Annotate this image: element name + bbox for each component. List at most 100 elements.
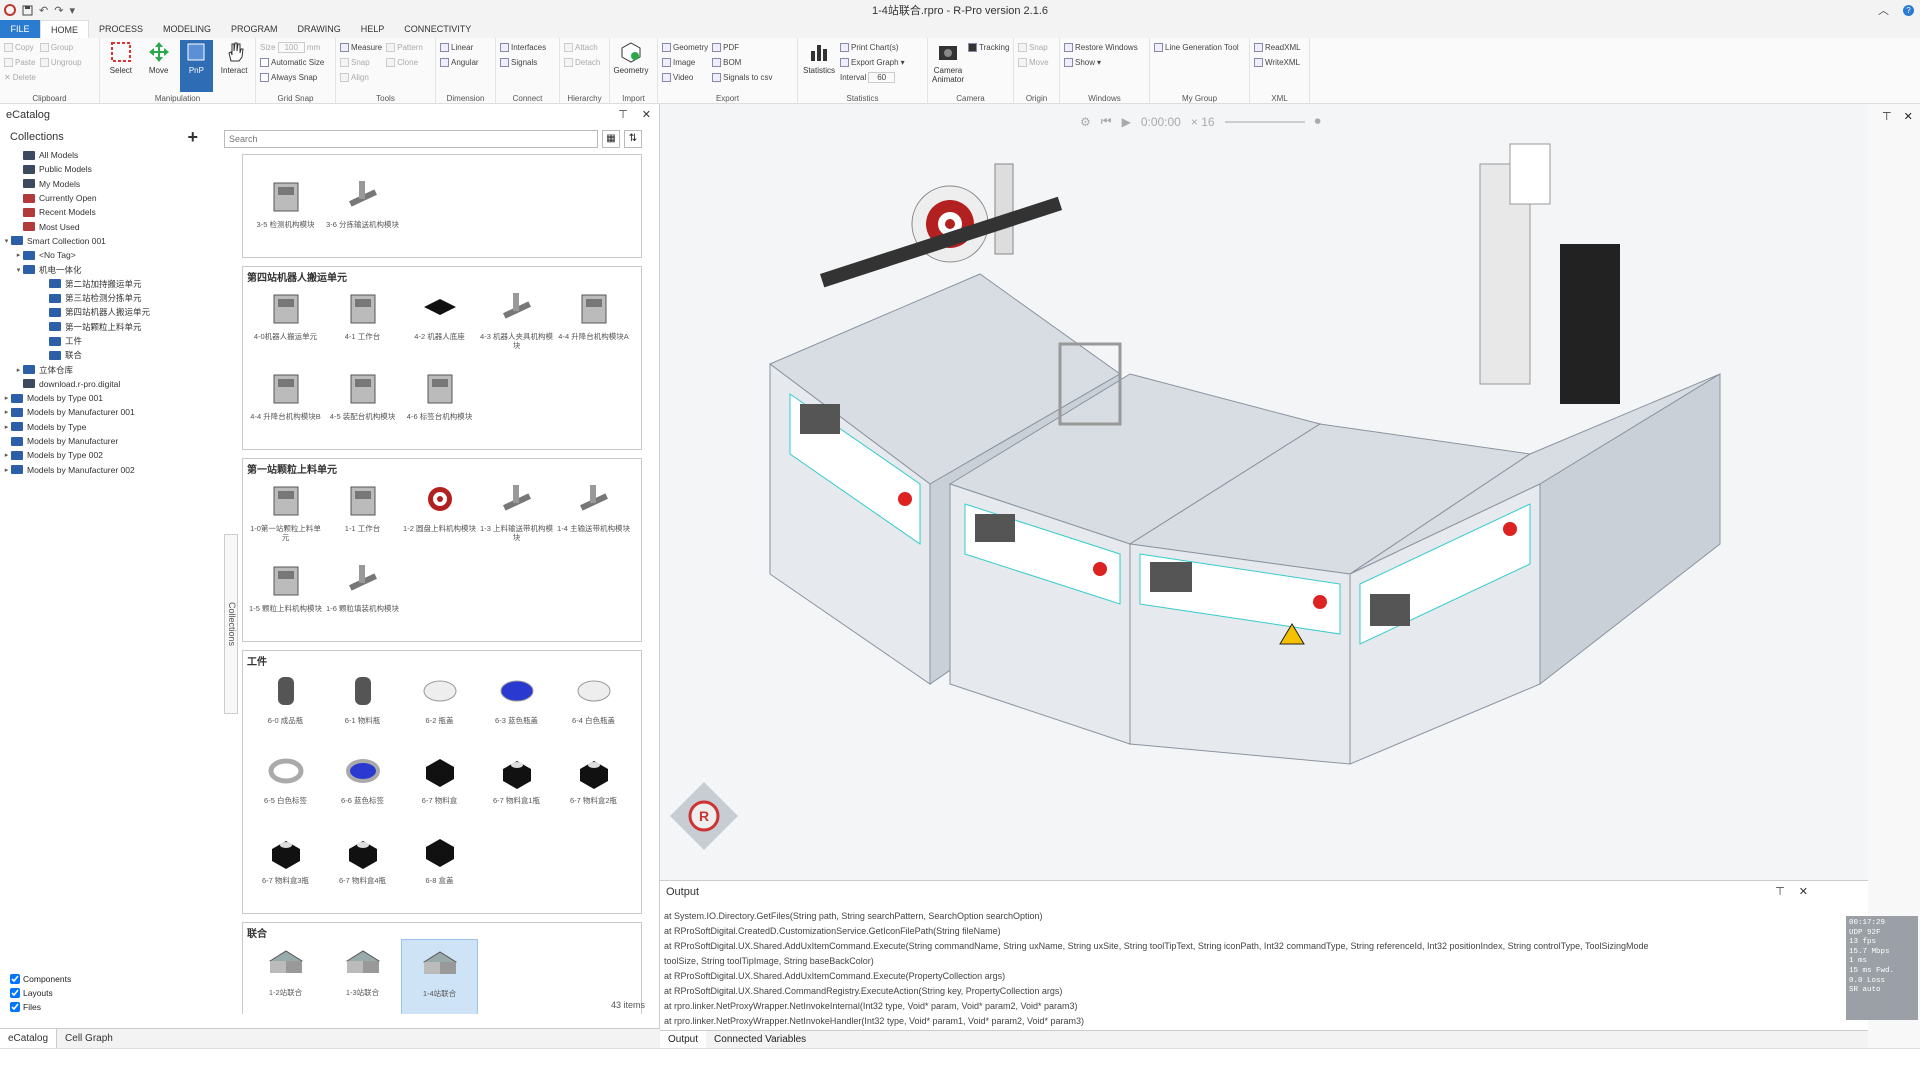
tree-item[interactable]: Models by Manufacturer <box>2 434 218 448</box>
sort-icon[interactable]: ⇅ <box>624 130 642 148</box>
select-button[interactable]: Select <box>104 40 138 92</box>
catalog-item[interactable]: 6-8 盒盖 <box>401 827 478 907</box>
ungroup-button[interactable]: Ungroup <box>39 55 82 69</box>
catalog-item[interactable]: 6-6 蓝色标签 <box>324 747 401 827</box>
delete-button[interactable]: ✕ Delete <box>4 70 36 84</box>
read-xml-button[interactable]: ReadXML <box>1254 40 1301 54</box>
catalog-item[interactable]: 6-2 瓶盖 <box>401 667 478 747</box>
save-icon[interactable] <box>22 5 33 16</box>
pnp-button[interactable]: PnP <box>179 40 214 92</box>
undo-icon[interactable]: ↶ <box>39 4 48 17</box>
pin-icon[interactable]: ⊤ <box>618 108 628 121</box>
navigation-compass[interactable]: R <box>668 780 740 852</box>
tab-process[interactable]: PROCESS <box>89 20 153 38</box>
tree-expand-icon[interactable]: ▸ <box>2 423 11 431</box>
origin-move-button[interactable]: Move <box>1018 55 1049 69</box>
catalog-item[interactable]: 3-6 分拣输送机构模块 <box>324 171 401 251</box>
viewport-pin-icon[interactable]: ⊤ <box>1882 110 1892 123</box>
output-pin-icon[interactable]: ⊤ <box>1775 885 1785 898</box>
catalog-item[interactable]: 4-6 标签台机构模块 <box>401 363 478 443</box>
catalog-item[interactable]: 1-3 上料输送带机构模块 <box>478 475 555 555</box>
write-xml-button[interactable]: WriteXML <box>1254 55 1301 69</box>
copy-button[interactable]: Copy <box>4 40 36 54</box>
export-pdf-button[interactable]: PDF <box>712 40 772 54</box>
tree-item[interactable]: ▸ Models by Type <box>2 420 218 434</box>
tab-modeling[interactable]: MODELING <box>153 20 221 38</box>
tree-item[interactable]: download.r-pro.digital <box>2 377 218 391</box>
app-logo-icon[interactable] <box>4 4 16 16</box>
snap-button[interactable]: Snap <box>340 55 382 69</box>
filter-files[interactable]: Files <box>10 1000 71 1014</box>
filter-components[interactable]: Components <box>10 972 71 986</box>
pattern-button[interactable]: Pattern <box>386 40 423 54</box>
move-button[interactable]: Move <box>142 40 176 92</box>
tree-item[interactable]: ▸ Models by Type 002 <box>2 448 218 462</box>
catalog-item[interactable]: 6-7 物料盒3瓶 <box>247 827 324 907</box>
catalog-item[interactable]: 6-0 成品瓶 <box>247 667 324 747</box>
export-graph-button[interactable]: Export Graph ▾ <box>840 55 905 69</box>
catalog-item[interactable]: 4-1 工作台 <box>324 283 401 363</box>
section-header[interactable]: 第一站颗粒上料单元 <box>247 461 637 476</box>
catalog-item[interactable]: 4-5 装配台机构模块 <box>324 363 401 443</box>
grid-view-icon[interactable]: ▦ <box>602 130 620 148</box>
tab-connectivity[interactable]: CONNECTIVITY <box>394 20 481 38</box>
catalog-item[interactable]: 6-7 物料盒4瓶 <box>324 827 401 907</box>
signals-to-csv-button[interactable]: Signals to csv <box>712 70 772 84</box>
tree-expand-icon[interactable]: ▸ <box>14 251 23 259</box>
filter-layouts-checkbox[interactable] <box>10 988 20 998</box>
tree-item[interactable]: Most Used <box>2 219 218 233</box>
tree-expand-icon[interactable]: ▸ <box>14 366 23 374</box>
origin-snap-button[interactable]: Snap <box>1018 40 1049 54</box>
qa-customize-icon[interactable]: ▾ <box>69 4 75 17</box>
collections-side-tab[interactable]: Collections <box>224 534 238 714</box>
redo-icon[interactable]: ↷ <box>54 4 63 17</box>
angular-dimension-button[interactable]: Angular <box>440 55 479 69</box>
tree-item[interactable]: 第二站加持搬运单元 <box>2 277 218 291</box>
tree-item[interactable]: ▾ Smart Collection 001 <box>2 234 218 248</box>
catalog-item[interactable]: 1-2站联合 <box>247 939 324 1014</box>
tree-item[interactable]: ▸ Models by Type 001 <box>2 391 218 405</box>
catalog-item[interactable]: 3-5 检测机构模块 <box>247 171 324 251</box>
catalog-item[interactable]: 6-7 物料盒 <box>401 747 478 827</box>
catalog-item[interactable]: 6-7 物料盒2瓶 <box>555 747 632 827</box>
tab-program[interactable]: PROGRAM <box>221 20 288 38</box>
ribbon-collapse-icon[interactable]: ︿ <box>1878 2 1889 18</box>
tab-cell-graph[interactable]: Cell Graph <box>57 1029 121 1048</box>
tree-item[interactable]: ▸ Models by Manufacturer 002 <box>2 463 218 477</box>
catalog-item[interactable]: 4-2 机器人底座 <box>401 283 478 363</box>
catalog-item[interactable]: 6-1 物料瓶 <box>324 667 401 747</box>
section-header[interactable]: 工件 <box>247 653 637 668</box>
catalog-item[interactable]: 1-3站联合 <box>324 939 401 1014</box>
tree-item[interactable]: 工件 <box>2 334 218 348</box>
add-collection-icon[interactable]: + <box>187 127 198 148</box>
automatic-size-checkbox[interactable]: Automatic Size <box>260 55 324 69</box>
statistics-button[interactable]: Statistics <box>802 40 836 92</box>
tab-home[interactable]: HOME <box>40 20 89 38</box>
speed-slider[interactable] <box>1224 120 1305 123</box>
export-bom-button[interactable]: BOM <box>712 55 772 69</box>
tree-item[interactable]: 第四站机器人搬运单元 <box>2 305 218 319</box>
tree-item[interactable]: All Models <box>2 148 218 162</box>
measure-button[interactable]: Measure <box>340 40 382 54</box>
tree-expand-icon[interactable]: ▾ <box>2 237 11 245</box>
tree-expand-icon[interactable]: ▾ <box>14 266 23 274</box>
signals-button[interactable]: Signals <box>500 55 546 69</box>
export-video-button[interactable]: Video <box>662 70 708 84</box>
filter-components-checkbox[interactable] <box>10 974 20 984</box>
export-image-button[interactable]: Image <box>662 55 708 69</box>
tree-item[interactable]: ▸ <No Tag> <box>2 248 218 262</box>
catalog-item[interactable]: 6-7 物料盒1瓶 <box>478 747 555 827</box>
section-header[interactable] <box>247 157 637 171</box>
tree-item[interactable]: Recent Models <box>2 205 218 219</box>
tab-file[interactable]: FILE <box>0 20 40 38</box>
paste-button[interactable]: Paste <box>4 55 36 69</box>
search-input[interactable] <box>224 130 598 148</box>
tree-expand-icon[interactable]: ▸ <box>2 408 11 416</box>
tab-output[interactable]: Output <box>660 1031 707 1048</box>
tree-expand-icon[interactable]: ▸ <box>2 466 11 474</box>
restore-windows-button[interactable]: Restore Windows <box>1064 40 1138 54</box>
catalog-item[interactable]: 4-4 升降台机构模块B <box>247 363 324 443</box>
close-icon[interactable]: ✕ <box>642 108 651 121</box>
grid-size-field[interactable]: Size 100 mm <box>260 40 324 54</box>
tab-help[interactable]: HELP <box>351 20 395 38</box>
